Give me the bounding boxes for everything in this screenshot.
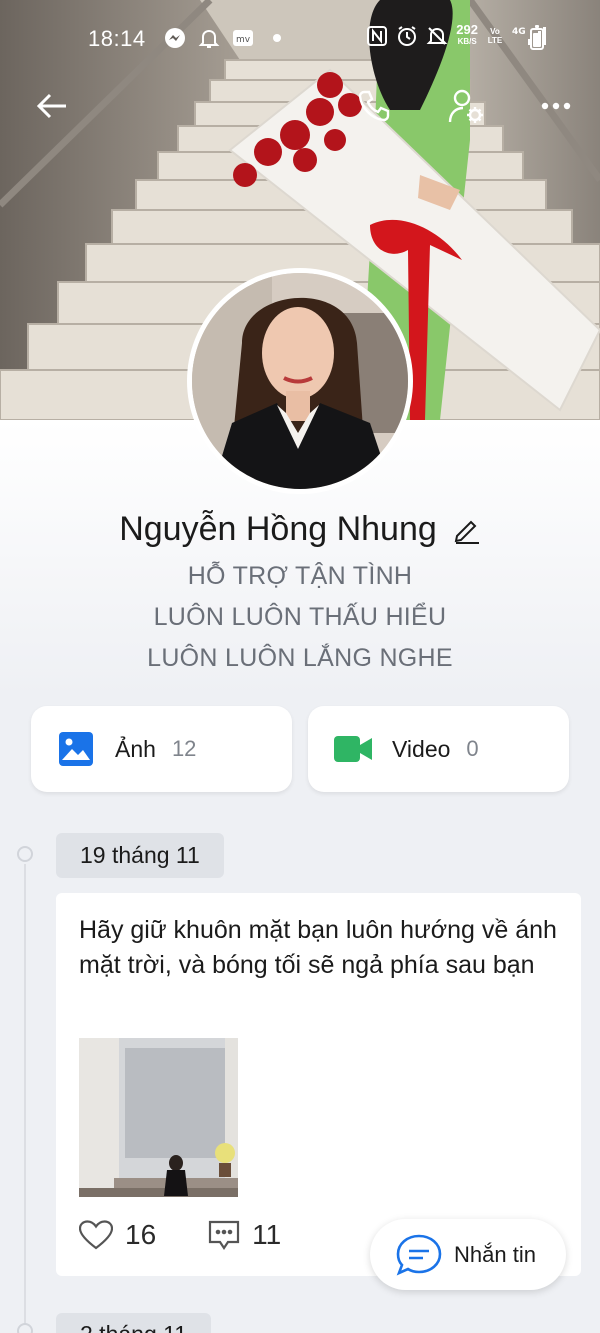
profile-settings-button[interactable]: [444, 84, 488, 128]
photos-label: Ảnh: [115, 735, 156, 762]
timeline-dot: [17, 846, 33, 862]
status-time: 18:14: [88, 26, 146, 51]
videos-label: Video: [392, 735, 451, 762]
status-bar: 18:14 mv 292 KB/S Vo LTE 4G: [0, 0, 600, 80]
image-icon: [59, 732, 93, 766]
comment-count: 11: [252, 1219, 282, 1250]
timeline-date-next: 2 tháng 11: [56, 1313, 212, 1333]
photos-count: 12: [171, 736, 197, 761]
like-button[interactable]: 16: [79, 1219, 156, 1251]
arrow-left-icon: [36, 93, 66, 119]
like-count: 16: [125, 1219, 157, 1250]
timeline-dot: [17, 1323, 33, 1333]
bio-line-3: LUÔN LUÔN LẮNG NGHE: [147, 644, 453, 672]
user-settings-icon: [448, 89, 483, 123]
silent-icon: [426, 25, 448, 47]
timeline-date: 19 tháng 11: [56, 833, 224, 878]
bell-icon: [198, 27, 220, 49]
volte-icon: Vo LTE: [487, 27, 503, 45]
profile-name-row: Nguyễn Hồng Nhung: [0, 510, 600, 549]
messenger-icon: [164, 27, 186, 49]
call-button[interactable]: [352, 84, 396, 128]
phone-icon: [358, 90, 390, 122]
videos-count: 0: [466, 736, 479, 761]
svg-text:4G: 4G: [512, 27, 526, 37]
video-camera-icon: [334, 734, 372, 764]
timeline-line: [24, 864, 26, 1333]
nfc-icon: [366, 25, 388, 47]
post-photo[interactable]: [79, 1038, 238, 1197]
heart-icon: [79, 1220, 113, 1250]
comment-button[interactable]: 11: [208, 1219, 281, 1251]
avatar-image: [192, 273, 408, 489]
net-speed: 292 KB/S: [456, 22, 478, 46]
post-text: Hãy giữ khuôn mặt bạn luôn hướng về ánh …: [79, 916, 557, 979]
edit-name-button[interactable]: [453, 516, 481, 544]
battery-icon: [530, 25, 544, 50]
profile-name: Nguyễn Hồng Nhung: [119, 510, 437, 548]
more-horizontal-icon: [541, 102, 571, 110]
comment-icon: [209, 1220, 240, 1250]
videos-card[interactable]: Video 0: [308, 706, 569, 792]
dot-icon: [266, 27, 288, 49]
pencil-icon: [454, 520, 479, 544]
alarm-icon: [396, 25, 418, 47]
app-notification-icon: mv: [232, 27, 254, 49]
message-label: Nhắn tin: [454, 1241, 536, 1267]
bio-line-2: LUÔN LUÔN THẤU HIỂU: [153, 603, 447, 631]
svg-text:mv: mv: [236, 35, 251, 45]
more-button[interactable]: [534, 84, 578, 128]
bio-line-1: HỖ TRỢ TẬN TÌNH: [187, 562, 413, 590]
post-actions: 16 11: [79, 1219, 281, 1251]
back-button[interactable]: [30, 84, 74, 128]
avatar[interactable]: [187, 268, 413, 494]
chat-bubble-icon: [396, 1234, 442, 1276]
photos-card[interactable]: Ảnh 12: [31, 706, 292, 792]
message-button[interactable]: Nhắn tin: [370, 1219, 566, 1290]
